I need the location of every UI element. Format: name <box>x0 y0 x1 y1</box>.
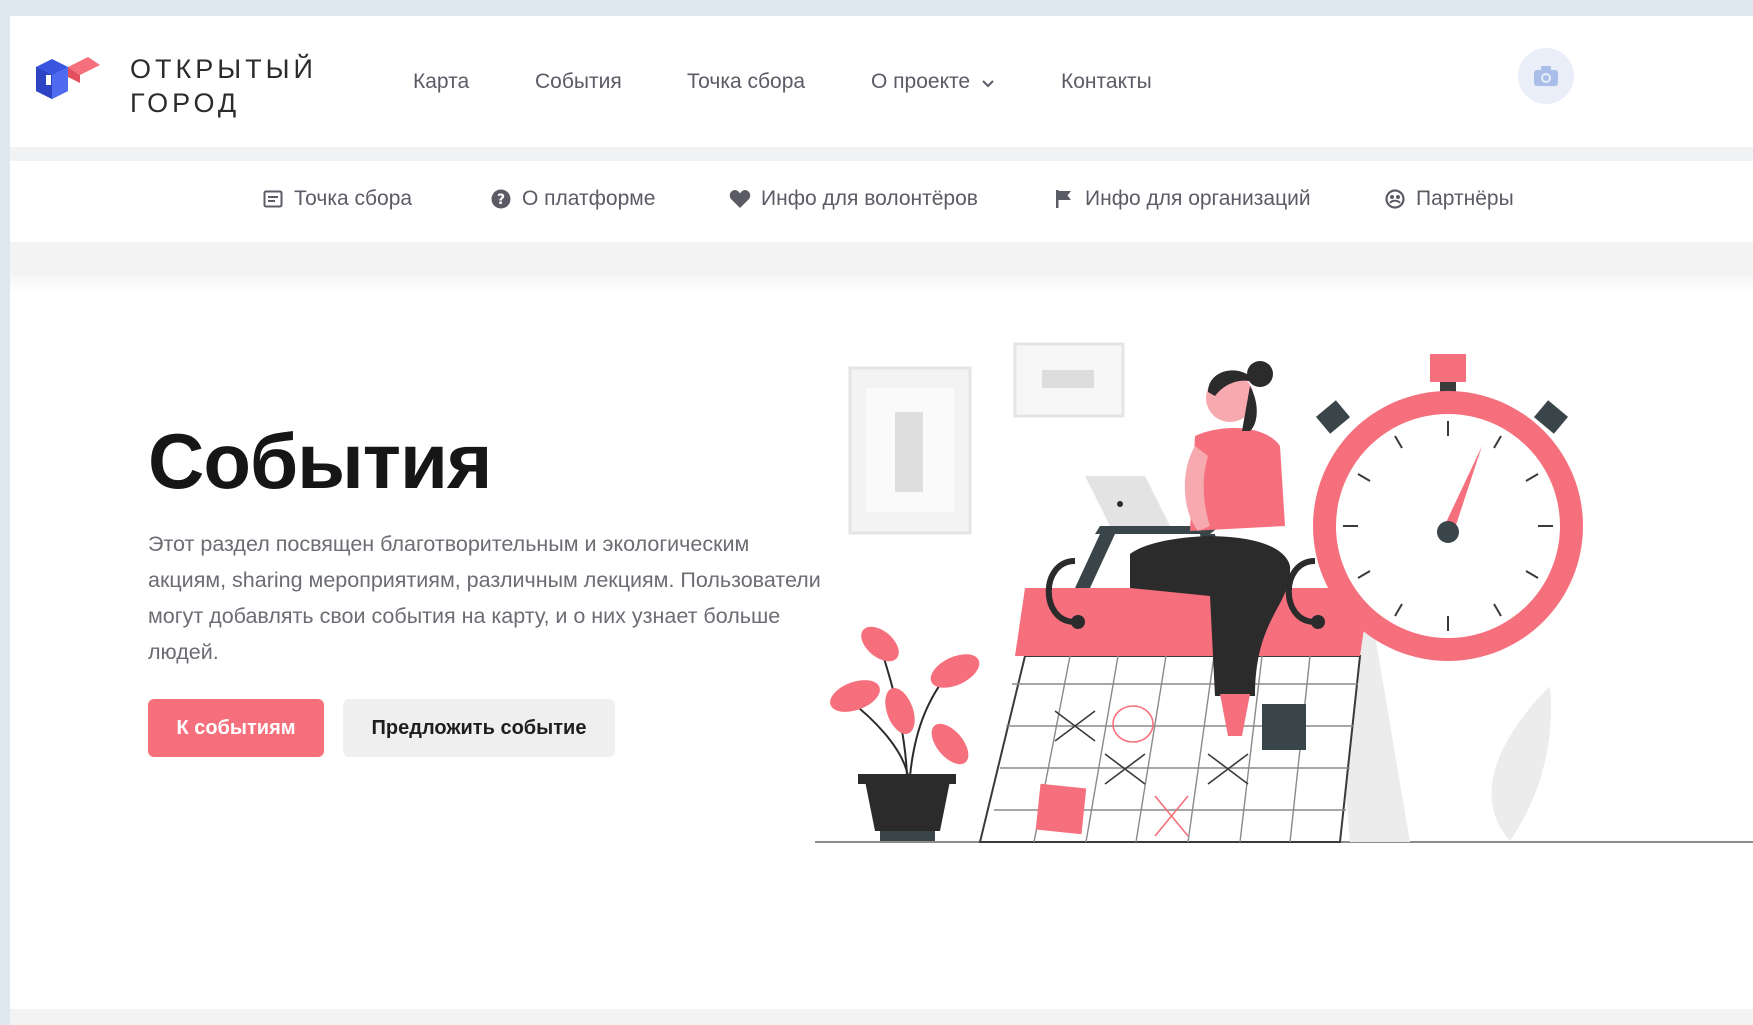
chevron-down-icon <box>982 70 994 94</box>
nav-contacts[interactable]: Контакты <box>1061 70 1152 94</box>
header-divider <box>10 147 1753 161</box>
suggest-event-button[interactable]: Предложить событие <box>343 699 615 757</box>
nav-map[interactable]: Карта <box>413 70 469 94</box>
question-icon: ? <box>490 188 512 210</box>
subnav-label: О платформе <box>522 187 656 210</box>
subnav-divider <box>10 242 1753 276</box>
subnav-about-platform[interactable]: ? О платформе <box>490 187 655 211</box>
subnav-collection-point[interactable]: Точка сбора <box>262 187 412 211</box>
subnav-label: Точка сбора <box>294 187 413 210</box>
stopwatch-icon <box>1313 354 1583 661</box>
page-bottom-divider <box>10 1009 1753 1025</box>
page-description: Этот раздел посвящен благотворительным и… <box>148 532 821 664</box>
subnav-label: Инфо для волонтёров <box>761 187 978 210</box>
nav-about-label: О проекте <box>871 70 971 93</box>
page-title: События <box>148 417 492 505</box>
top-header: ОТКРЫТЫЙ ГОРОД Карта События Точка сбора… <box>10 16 1753 147</box>
subnav-partners[interactable]: Партнёры <box>1384 187 1514 211</box>
heart-icon <box>729 188 751 210</box>
top-nav: Карта События Точка сбора О проекте Конт… <box>10 16 1753 147</box>
flag-icon <box>1053 188 1075 210</box>
document-icon <box>262 188 284 210</box>
sub-nav: Точка сбора ? О платформе Инфо для волон… <box>10 161 1753 242</box>
page-frame: ОТКРЫТЫЙ ГОРОД Карта События Точка сбора… <box>10 16 1753 1025</box>
camera-button[interactable] <box>1518 48 1574 104</box>
nav-about-project[interactable]: О проекте <box>871 70 994 94</box>
wall-frame-icon <box>848 342 1125 535</box>
subnav-label: Партнёры <box>1416 187 1514 210</box>
calendar-icon <box>978 558 1370 843</box>
partners-icon <box>1384 188 1406 210</box>
plant-icon <box>830 626 980 841</box>
svg-text:?: ? <box>497 192 505 208</box>
subnav-organizations-info[interactable]: Инфо для организаций <box>1053 187 1311 211</box>
events-illustration <box>815 342 1753 843</box>
leaf-decoration-icon <box>1491 686 1551 841</box>
to-events-button[interactable]: К событиям <box>148 699 324 757</box>
subnav-label: Инфо для организаций <box>1085 187 1311 210</box>
subnav-volunteers-info[interactable]: Инфо для волонтёров <box>729 187 978 211</box>
camera-icon <box>1534 66 1558 86</box>
nav-events[interactable]: События <box>535 70 622 94</box>
subnav-shadow <box>10 276 1753 294</box>
nav-collection-point[interactable]: Точка сбора <box>687 70 805 94</box>
